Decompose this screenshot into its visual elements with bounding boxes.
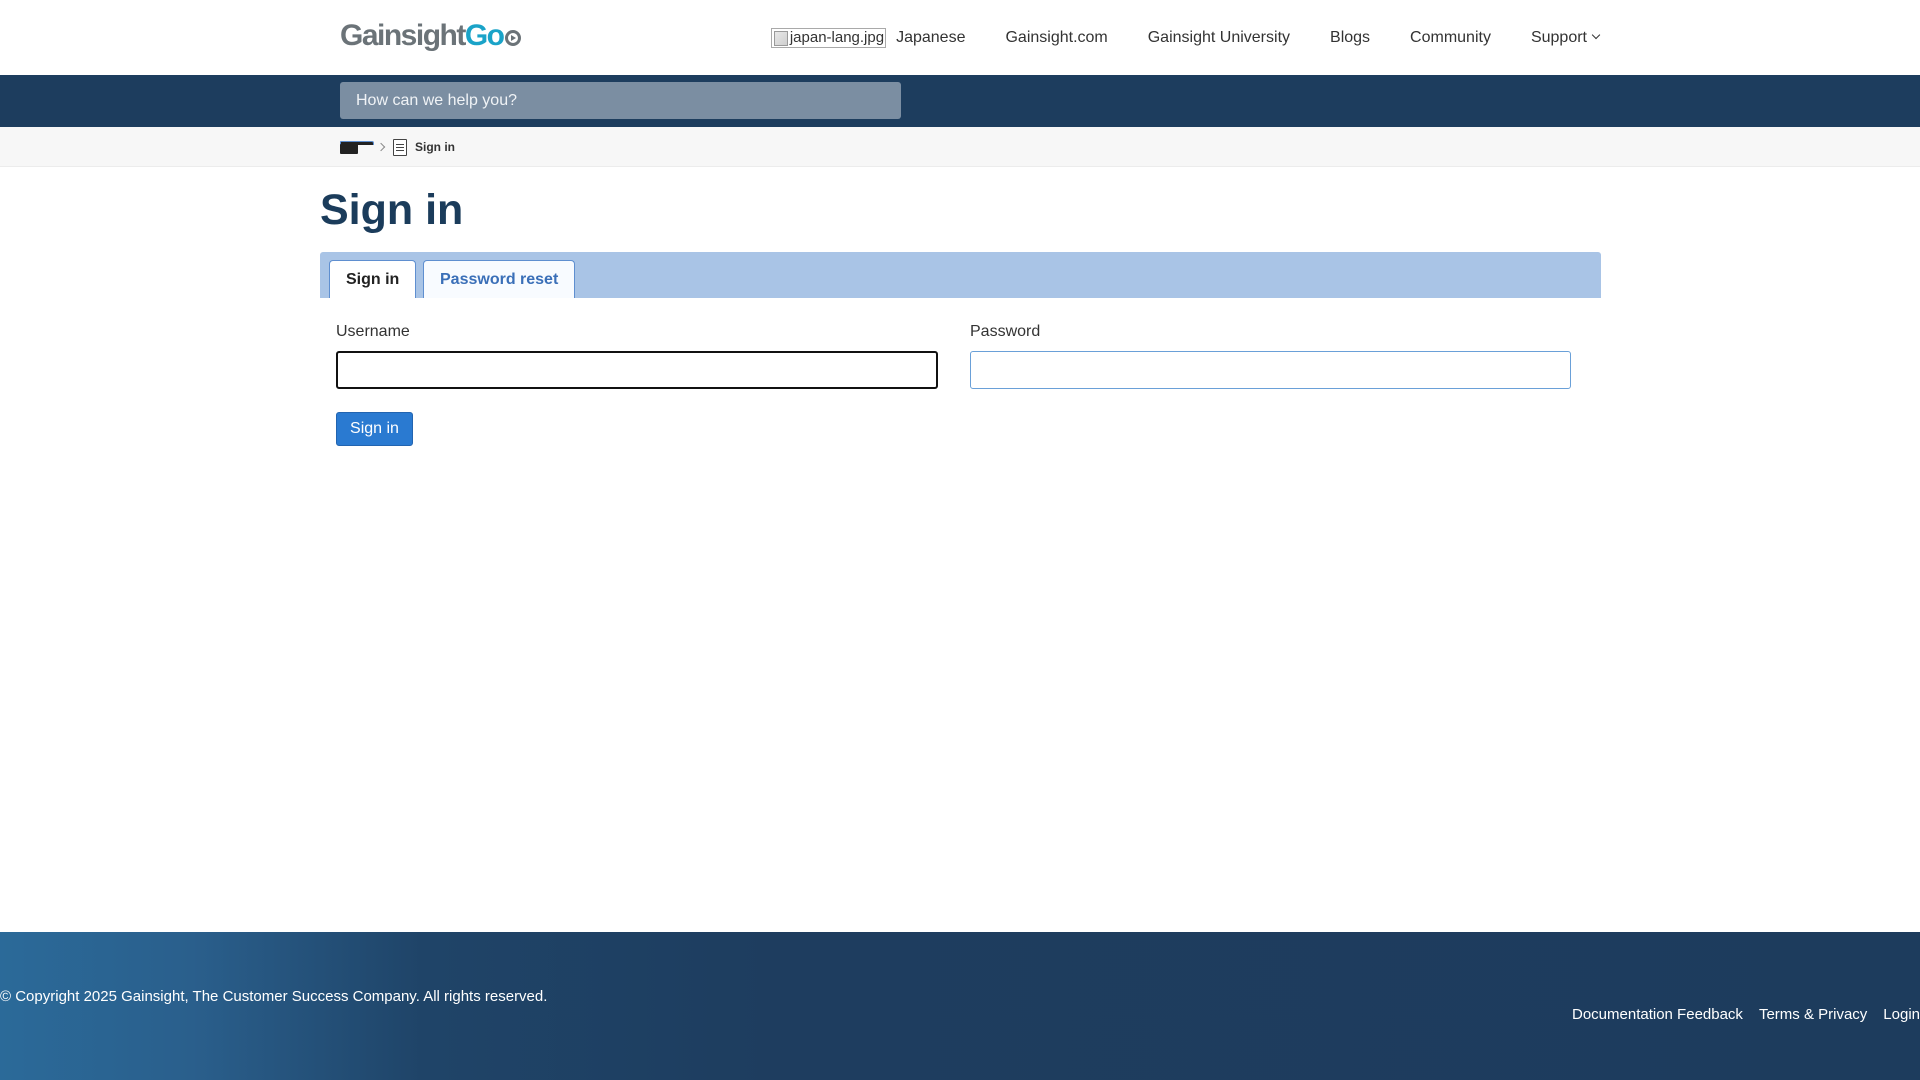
copyright-text: © Copyright 2025 Gainsight, The Customer…: [0, 988, 548, 1005]
top-navigation: japan-lang.jpg Japanese Gainsight.com Ga…: [770, 0, 1601, 75]
chevron-right-icon: [376, 142, 386, 152]
breadcrumb: Sign in: [340, 127, 455, 167]
logo-text-gainsight: Gainsight: [340, 19, 466, 52]
search-band: [0, 75, 1920, 127]
tab-password-reset[interactable]: Password reset: [423, 260, 576, 298]
login-link[interactable]: Login: [1883, 1006, 1920, 1023]
gainsight-go-logo[interactable]: Gainsight Go: [340, 16, 521, 56]
username-label: Username: [336, 323, 410, 340]
japan-flag-image: japan-lang.jpg: [770, 27, 887, 48]
breadcrumb-bar: Sign in: [0, 127, 1920, 167]
nav-gainsight-com[interactable]: Gainsight.com: [1005, 29, 1107, 47]
nav-japanese-link[interactable]: japan-lang.jpg Japanese: [770, 27, 966, 48]
nav-gainsight-university[interactable]: Gainsight University: [1148, 29, 1290, 47]
search-input[interactable]: [340, 82, 901, 119]
play-icon: [504, 30, 521, 46]
site-header: Gainsight Go japan-lang.jpg Japanese Gain…: [0, 0, 1920, 75]
auth-tabs: Sign in Password reset: [320, 252, 1601, 298]
folder-icon[interactable]: [340, 140, 374, 154]
nav-community[interactable]: Community: [1410, 29, 1491, 47]
nav-support-label: Support: [1530, 28, 1587, 46]
tab-sign-in[interactable]: Sign in: [329, 260, 417, 298]
footer-links: Documentation Feedback Terms & Privacy L…: [1556, 1006, 1920, 1023]
username-field[interactable]: [336, 351, 938, 389]
logo-text-go: Go: [464, 19, 505, 52]
chevron-down-icon: [1591, 30, 1601, 39]
terms-privacy-link[interactable]: Terms & Privacy: [1759, 1006, 1867, 1023]
password-label: Password: [970, 323, 1041, 340]
documentation-feedback-link[interactable]: Documentation Feedback: [1572, 1006, 1743, 1023]
nav-japanese-label: Japanese: [896, 28, 966, 46]
nav-blogs[interactable]: Blogs: [1330, 29, 1370, 47]
site-footer: © Copyright 2025 Gainsight, The Customer…: [0, 932, 1920, 1080]
page-icon: [393, 138, 407, 156]
breadcrumb-current: Sign in: [415, 140, 455, 154]
page-title: Sign in: [320, 186, 464, 234]
nav-support-dropdown[interactable]: Support: [1530, 28, 1601, 47]
sign-in-button[interactable]: Sign in: [336, 412, 413, 446]
password-field[interactable]: [970, 351, 1571, 389]
